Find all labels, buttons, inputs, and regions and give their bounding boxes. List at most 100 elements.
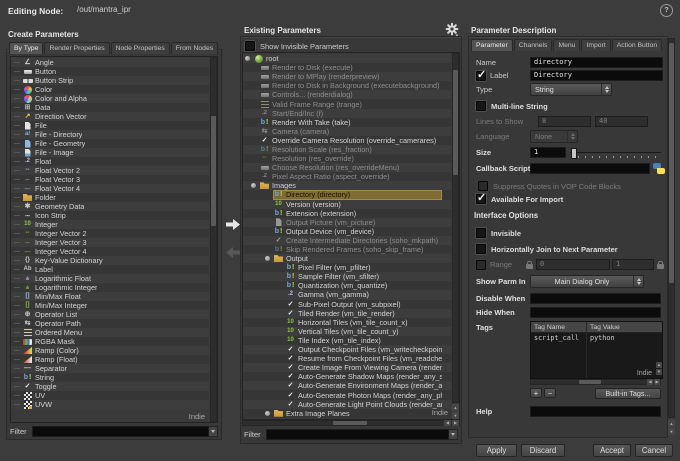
tree-item-output[interactable]: Output	[243, 254, 451, 263]
param-type-float-vector-2[interactable]: --Float Vector 2	[11, 166, 209, 175]
tree-hscrollbar[interactable]: ◀ ▶	[242, 420, 460, 426]
tree-item-vertical-tiles-vm-tile-count-y[interactable]: 10Vertical Tiles (vm_tile_count_y)	[243, 327, 451, 336]
show-parm-spinner[interactable]	[633, 276, 643, 287]
tree-hscroll-right-arrow[interactable]: ▶	[452, 420, 459, 426]
left-filter-input[interactable]	[32, 426, 209, 437]
description-scrollbar-thumb[interactable]	[669, 43, 674, 283]
type-dropdown[interactable]: String	[530, 83, 612, 96]
size-slider[interactable]	[570, 148, 661, 158]
tree-item-sample-filter-vm-sfilter[interactable]: b!Sample Filter (vm_sfilter)	[243, 272, 451, 281]
tree-item-root[interactable]: root	[243, 54, 451, 63]
tree-item-choose-resolution-res-overridemenu[interactable]: Choose Resolution (res_overrideMenu)	[243, 163, 451, 172]
tags-hscrollbar-thumb[interactable]	[579, 380, 601, 384]
tree-item-quantization-vm-quantize[interactable]: b!Quantization (vm_quantize)	[243, 281, 451, 290]
apply-button[interactable]: Apply	[476, 444, 517, 457]
accept-button[interactable]: Accept	[593, 444, 631, 457]
label-input[interactable]	[530, 70, 663, 81]
expand-dot-icon[interactable]	[251, 183, 256, 188]
tree-item-directory-directory[interactable]: b!Directory (directory)	[243, 190, 451, 199]
tree-item-start-end-inc-f[interactable]: .2Start/End/Inc (f)	[243, 109, 451, 118]
tree-item-images[interactable]: Images	[243, 181, 451, 190]
disable-when-input[interactable]	[530, 293, 661, 304]
tab-action-button[interactable]: Action Button	[612, 39, 662, 51]
hide-when-input[interactable]	[530, 307, 661, 318]
param-type-operator-list[interactable]: ⊕Operator List	[11, 310, 209, 319]
param-type-string[interactable]: b!String	[11, 373, 209, 382]
tree-item-tiled-render-vm-tile-render[interactable]: ✓Tiled Render (vm_tile_render)	[243, 309, 451, 318]
param-type-file-directory[interactable]: a/File - Directory	[11, 130, 209, 139]
tree-item-pixel-aspect-ratio-aspect-override[interactable]: .2Pixel Aspect Ratio (aspect_override)	[243, 172, 451, 181]
param-type-separator[interactable]: —Separator	[11, 364, 209, 373]
left-filter-dropdown-arrow[interactable]	[209, 426, 218, 437]
tab-from-nodes[interactable]: From Nodes	[171, 42, 218, 54]
tab-channels[interactable]: Channels	[514, 39, 553, 51]
tree-item-override-camera-resolution-override-camerares[interactable]: ✓Override Camera Resolution (override_ca…	[243, 136, 451, 145]
description-scroll-down-arrow[interactable]: ▼	[668, 428, 675, 435]
help-icon[interactable]: ?	[660, 4, 673, 17]
param-type-angle[interactable]: ∠Angle	[11, 58, 209, 67]
tree-item-skip-rendered-frames-soho-skip-frame[interactable]: b!Skip Rendered Frames (soho_skip_frame)	[243, 245, 451, 254]
show-invisible-checkbox[interactable]	[245, 41, 255, 51]
tab-menu[interactable]: Menu	[553, 39, 580, 51]
param-type-ramp-float[interactable]: Ramp (Float)	[11, 355, 209, 364]
tree-item-sub-pixel-output-vm-subpixel[interactable]: ✓Sub-Pixel Output (vm_subpixel)	[243, 300, 451, 309]
tags-scroll-up-arrow[interactable]: ▲	[656, 362, 662, 368]
param-type-toggle[interactable]: ✓Toggle	[11, 382, 209, 391]
tree-item-auto-generate-environment-maps-render-any-envmap[interactable]: ✓Auto-Generate Environment Maps (render_…	[243, 381, 451, 390]
join-next-checkbox[interactable]	[476, 244, 486, 254]
description-scroll-up-arrow[interactable]: ▲	[668, 420, 675, 427]
expand-dot-icon[interactable]	[265, 411, 270, 416]
tree-filter-dropdown-arrow[interactable]	[449, 429, 458, 440]
param-type-file-image[interactable]: File - Image	[11, 148, 209, 157]
tree-item-render-to-mplay-renderpreview[interactable]: Render to MPlay (renderpreview)	[243, 72, 451, 81]
param-type-integer-vector-3[interactable]: ---Integer Vector 3	[11, 238, 209, 247]
tree-item-render-with-take-take[interactable]: b!Render With Take (take)	[243, 118, 451, 127]
tree-item-resolution-res-override[interactable]: --Resolution (res_override)	[243, 154, 451, 163]
tree-item-render-to-disk-in-background-executebackground[interactable]: Render to Disk in Background (executebac…	[243, 81, 451, 90]
param-type-integer-vector-2[interactable]: --Integer Vector 2	[11, 229, 209, 238]
param-type-min-max-float[interactable]: []Min/Max Float	[11, 292, 209, 301]
tree-item-create-intermediate-directories-soho-mkpath[interactable]: ✓Create Intermediate Directories (soho_m…	[243, 236, 451, 245]
help-input[interactable]	[530, 406, 661, 417]
tags-hscroll-left-arrow[interactable]: ◀	[647, 379, 653, 385]
tag-row-empty[interactable]	[531, 342, 662, 351]
tag-row-empty[interactable]	[531, 360, 662, 369]
tree-item-output-device-vm-device[interactable]: b!Output Device (vm_device)	[243, 227, 451, 236]
multiline-checkbox[interactable]	[476, 101, 486, 111]
param-type-float[interactable]: .2Float	[11, 157, 209, 166]
left-list-scrollbar-thumb[interactable]	[211, 116, 216, 226]
param-type-color[interactable]: Color	[11, 85, 209, 94]
tag-row[interactable]: script_callpython	[531, 333, 662, 342]
slider-handle[interactable]	[571, 148, 577, 159]
python-icon[interactable]	[653, 163, 665, 174]
tree-item-camera-camera[interactable]: ⇆Camera (camera)	[243, 127, 451, 136]
tab-import[interactable]: Import	[581, 39, 610, 51]
param-type-label[interactable]: AbLabel	[11, 265, 209, 274]
tree-item-gamma-vm-gamma[interactable]: .2Gamma (vm_gamma)	[243, 290, 451, 299]
tree-filter-input[interactable]	[266, 429, 449, 440]
size-input[interactable]	[530, 147, 566, 158]
tag-value-column-header[interactable]: Tag Value	[587, 324, 662, 331]
param-type-min-max-integer[interactable]: []Min/Max Integer	[11, 301, 209, 310]
param-type-logarithmic-float[interactable]: ılıLogarithmic Float	[11, 274, 209, 283]
remove-tag-button[interactable]: −	[544, 388, 556, 398]
param-type-file[interactable]: File	[11, 121, 209, 130]
tree-scroll-down-arrow[interactable]: ▼	[452, 412, 459, 419]
tree-scrollbar-thumb[interactable]	[453, 70, 458, 175]
tree-scrollbar[interactable]	[452, 53, 459, 403]
tree-item-resolution-scale-res-fraction[interactable]: b!Resolution Scale (res_fraction)	[243, 145, 451, 154]
invisible-checkbox[interactable]	[476, 228, 486, 238]
left-list-scrollbar[interactable]	[210, 57, 217, 422]
param-type-folder[interactable]: Folder	[11, 193, 209, 202]
tree-hscroll-left-arrow[interactable]: ◀	[444, 420, 451, 426]
param-type-geometry-data[interactable]: ✱Geometry Data	[11, 202, 209, 211]
tag-name-column-header[interactable]: Tag Name	[531, 322, 587, 332]
param-type-button-strip[interactable]: Button Strip	[11, 76, 209, 85]
param-type-uvw[interactable]: UVW	[11, 400, 209, 409]
tree-item-output-checkpoint-files-vm-writecheckpoint[interactable]: ✓Output Checkpoint Files (vm_writecheckp…	[243, 345, 451, 354]
expand-dot-icon[interactable]	[265, 256, 270, 261]
param-type-rgba-mask[interactable]: RGBA Mask	[11, 337, 209, 346]
tree-item-tile-index-vm-tile-index[interactable]: 10Tile Index (vm_tile_index)	[243, 336, 451, 345]
tree-item-create-image-from-viewing-camera-render-viewcamera[interactable]: ✓Create Image From Viewing Camera (rende…	[243, 363, 451, 372]
cancel-button[interactable]: Cancel	[635, 444, 673, 457]
